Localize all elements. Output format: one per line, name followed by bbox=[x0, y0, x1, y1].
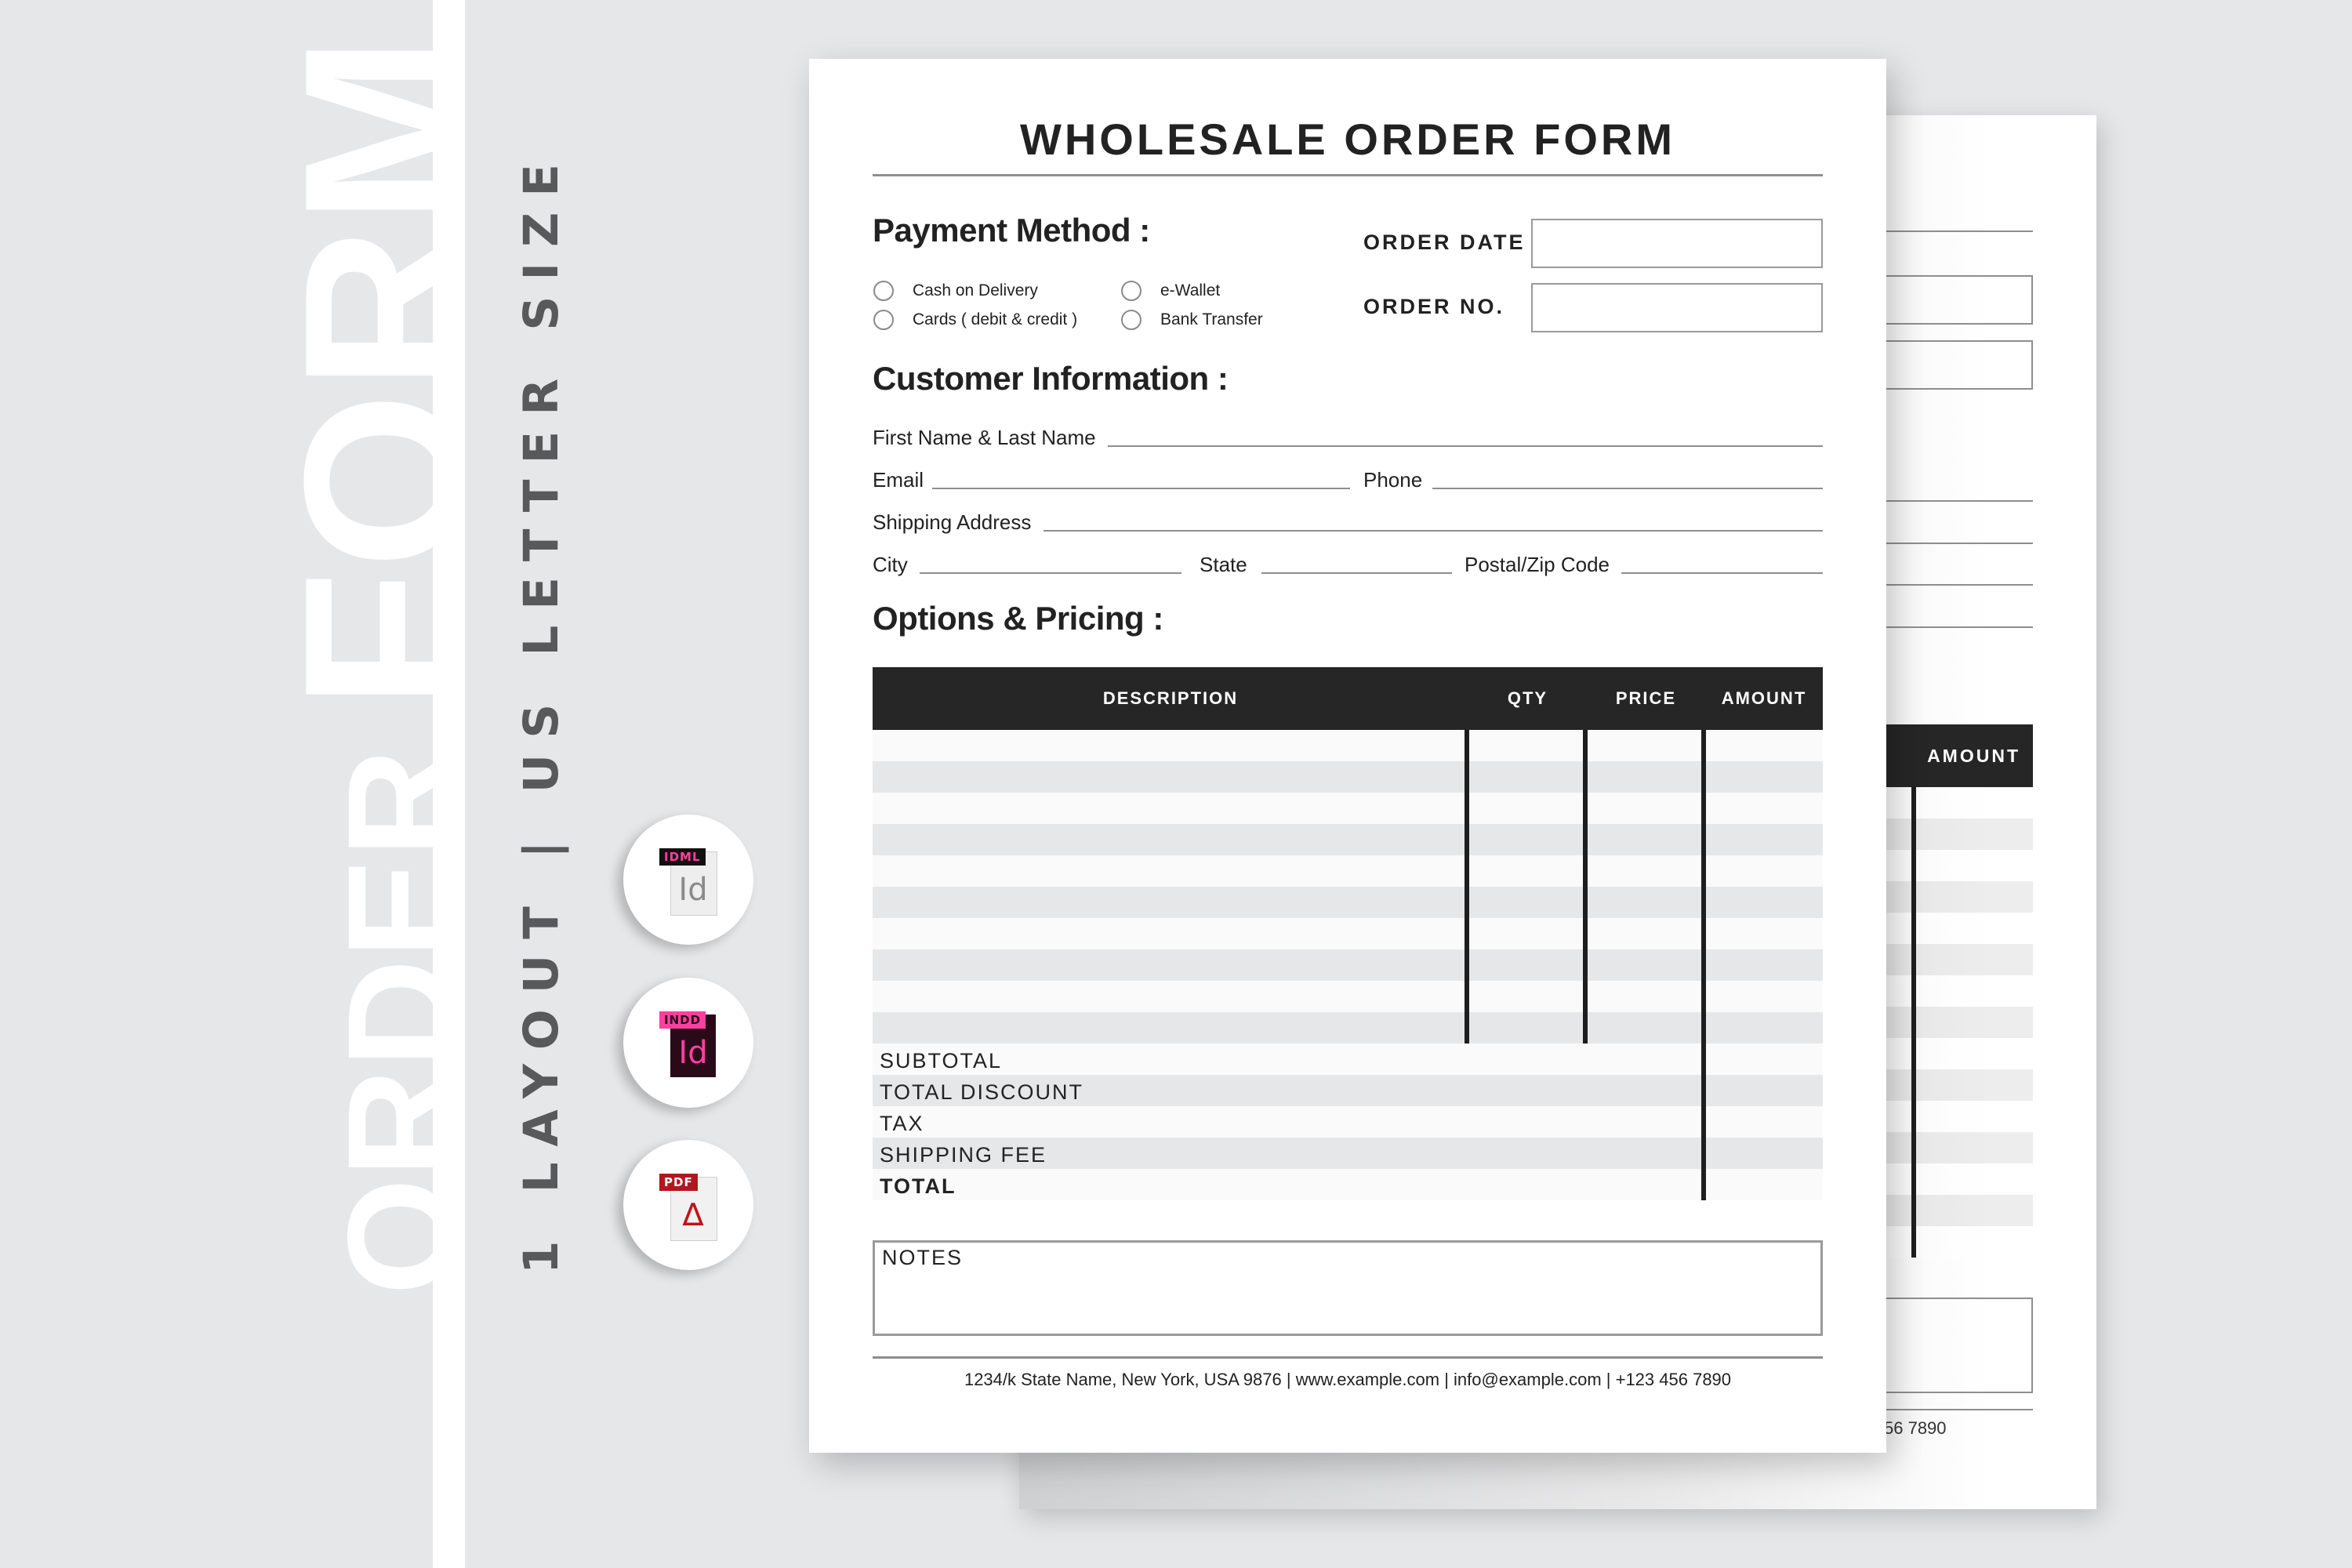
total-label: SHIPPING FEE bbox=[880, 1143, 1047, 1167]
decorative-white-bar bbox=[433, 0, 465, 1568]
notes-label: NOTES bbox=[882, 1246, 964, 1269]
total-label: TOTAL bbox=[880, 1174, 956, 1198]
total-row-tax[interactable]: TAX bbox=[873, 1106, 1823, 1138]
radio-label-cash-on-delivery: Cash on Delivery bbox=[913, 281, 1038, 299]
format-badge-idml: IDML Id bbox=[623, 815, 753, 945]
indd-tag: INDD bbox=[659, 1011, 706, 1029]
address-input-line[interactable] bbox=[1044, 530, 1823, 532]
email-input-line[interactable] bbox=[932, 488, 1350, 489]
item-row[interactable] bbox=[873, 918, 1823, 949]
contact-footer: 1234/k State Name, New York, USA 9876 | … bbox=[964, 1370, 1732, 1389]
total-label: SUBTOTAL bbox=[880, 1049, 1003, 1073]
state-input-line[interactable] bbox=[1261, 572, 1452, 574]
notes-field[interactable]: NOTES bbox=[873, 1240, 1823, 1336]
order-form-page: WHOLESALE ORDER FORM Payment Method : Ca… bbox=[809, 59, 1886, 1453]
radio-e-wallet[interactable] bbox=[1121, 281, 1142, 301]
zip-label: Postal/Zip Code bbox=[1465, 553, 1610, 576]
phone-input-line[interactable] bbox=[1432, 488, 1823, 489]
indd-file-icon: INDD Id bbox=[659, 1007, 717, 1079]
item-row[interactable] bbox=[873, 761, 1823, 793]
col-price: PRICE bbox=[1615, 688, 1677, 708]
amount-column-divider bbox=[1701, 730, 1706, 1200]
order-no-field[interactable] bbox=[1531, 283, 1823, 332]
acrobat-glyph: ∆ bbox=[682, 1197, 704, 1233]
order-date-field[interactable] bbox=[1531, 219, 1823, 268]
idml-glyph: Id bbox=[678, 872, 708, 908]
total-row-total[interactable]: TOTAL bbox=[873, 1169, 1823, 1200]
idml-tag: IDML bbox=[659, 848, 706, 866]
indd-glyph: Id bbox=[678, 1035, 708, 1071]
pricing-heading: Options & Pricing : bbox=[873, 600, 1163, 637]
format-badge-indd: INDD Id bbox=[623, 978, 753, 1108]
email-label: Email bbox=[873, 468, 924, 492]
idml-file-icon: IDML Id bbox=[659, 844, 717, 916]
format-badge-pdf: PDF ∆ bbox=[623, 1140, 753, 1270]
back-footer-fragment: 56 7890 bbox=[1884, 1418, 1947, 1438]
payment-method-heading: Payment Method : bbox=[873, 212, 1150, 249]
total-row-subtotal[interactable]: SUBTOTAL bbox=[873, 1044, 1823, 1075]
col-amount: AMOUNT bbox=[1721, 688, 1807, 708]
promo-tagline: 1 LAYOUT | US LETTER SIZE bbox=[514, 148, 569, 1274]
back-amount-header: AMOUNT bbox=[1927, 746, 2020, 766]
pdf-file-icon: PDF ∆ bbox=[659, 1169, 717, 1241]
footer-divider bbox=[873, 1356, 1823, 1359]
radio-cards[interactable] bbox=[873, 310, 894, 330]
city-input-line[interactable] bbox=[920, 572, 1181, 574]
col-description: DESCRIPTION bbox=[1102, 688, 1239, 708]
radio-bank-transfer[interactable] bbox=[1121, 310, 1142, 330]
item-row[interactable] bbox=[873, 981, 1823, 1012]
pricing-table-header: DESCRIPTION QTY PRICE AMOUNT bbox=[873, 667, 1823, 730]
zip-input-line[interactable] bbox=[1621, 572, 1823, 574]
radio-label-bank-transfer: Bank Transfer bbox=[1160, 310, 1263, 328]
item-row[interactable] bbox=[873, 855, 1823, 887]
total-label: TOTAL DISCOUNT bbox=[880, 1080, 1084, 1104]
name-input-line[interactable] bbox=[1108, 445, 1823, 447]
pdf-tag: PDF bbox=[659, 1174, 698, 1191]
qty-column-divider bbox=[1465, 730, 1469, 1044]
item-row[interactable] bbox=[873, 730, 1823, 761]
order-date-label: ORDER DATE bbox=[1363, 230, 1526, 254]
item-row[interactable] bbox=[873, 1012, 1823, 1044]
radio-label-e-wallet: e-Wallet bbox=[1160, 281, 1221, 299]
total-label: TAX bbox=[880, 1112, 924, 1135]
price-column-divider bbox=[1583, 730, 1588, 1044]
order-no-label: ORDER NO. bbox=[1363, 295, 1505, 318]
total-row-total-discount[interactable]: TOTAL DISCOUNT bbox=[873, 1075, 1823, 1106]
state-label: State bbox=[1200, 553, 1247, 576]
item-row[interactable] bbox=[873, 949, 1823, 981]
item-row[interactable] bbox=[873, 793, 1823, 824]
title-divider bbox=[873, 174, 1823, 176]
customer-info-heading: Customer Information : bbox=[873, 360, 1229, 397]
col-qty: QTY bbox=[1507, 688, 1548, 708]
address-label: Shipping Address bbox=[873, 510, 1032, 534]
radio-label-cards: Cards ( debit & credit ) bbox=[913, 310, 1078, 328]
radio-cash-on-delivery[interactable] bbox=[873, 281, 894, 301]
item-row[interactable] bbox=[873, 887, 1823, 918]
back-amount-divider bbox=[1911, 787, 1916, 1258]
phone-label: Phone bbox=[1363, 468, 1423, 492]
city-label: City bbox=[873, 553, 908, 576]
name-label: First Name & Last Name bbox=[873, 426, 1096, 449]
item-row[interactable] bbox=[873, 824, 1823, 855]
form-title: WHOLESALE ORDER FORM bbox=[1020, 114, 1675, 164]
total-row-shipping-fee[interactable]: SHIPPING FEE bbox=[873, 1138, 1823, 1169]
